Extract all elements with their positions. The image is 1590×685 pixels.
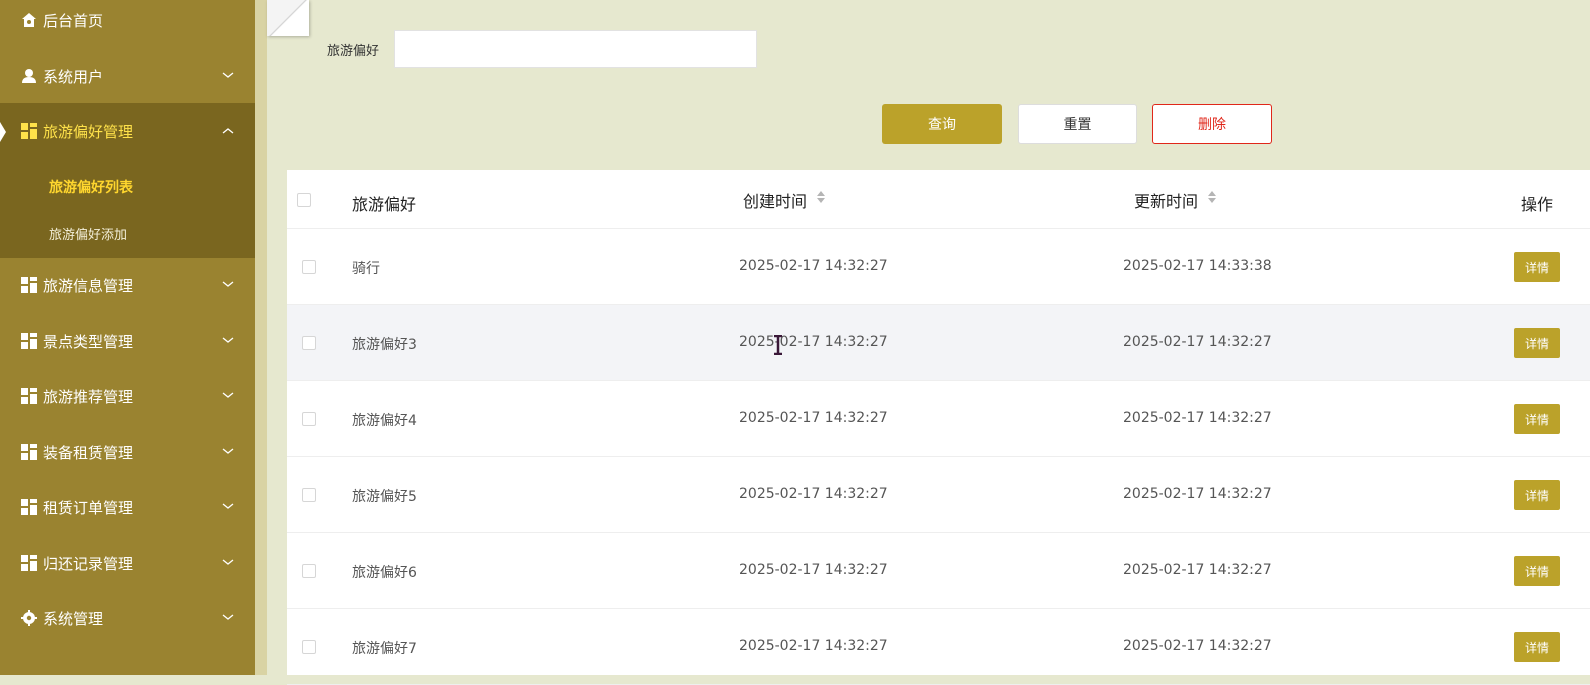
cell-created: 2025-02-17 14:32:27 (739, 410, 888, 426)
cell-name: 旅游偏好6 (352, 565, 417, 581)
sidebar-item-label: 旅游信息管理 (43, 276, 134, 295)
cell-name: 旅游偏好7 (352, 641, 417, 657)
chevron-up-icon (222, 128, 234, 134)
cell-name: 旅游偏好5 (352, 489, 417, 505)
chevron-down-icon (222, 503, 234, 509)
cell-updated: 2025-02-17 14:32:27 (1123, 410, 1272, 426)
cell-updated: 2025-02-17 14:32:27 (1123, 562, 1272, 578)
chevron-down-icon (222, 559, 234, 565)
sidebar-item-scenic-type[interactable]: 景点类型管理 (0, 313, 255, 369)
table-row[interactable]: 旅游偏好7 2025-02-17 14:32:27 2025-02-17 14:… (287, 609, 1590, 685)
grid-icon (20, 499, 37, 516)
chevron-down-icon (222, 614, 234, 620)
query-button[interactable]: 查询 (882, 104, 1002, 144)
column-header-updated[interactable]: 更新时间 (1134, 188, 1198, 212)
search-input[interactable] (394, 30, 757, 68)
row-checkbox[interactable] (302, 412, 316, 426)
text-cursor-icon (774, 335, 782, 355)
detail-button[interactable]: 详情 (1514, 404, 1560, 434)
cell-name: 旅游偏好4 (352, 413, 417, 429)
sidebar: 后台首页 系统用户 旅游偏好管理 旅游偏好列表 旅游偏好添加 旅游信息管理 景点… (0, 0, 255, 675)
sidebar-item-label: 系统用户 (43, 67, 104, 86)
select-all-checkbox[interactable] (297, 193, 311, 207)
row-checkbox[interactable] (302, 336, 316, 350)
detail-button[interactable]: 详情 (1514, 328, 1560, 358)
detail-button[interactable]: 详情 (1514, 480, 1560, 510)
user-icon (20, 68, 37, 85)
sidebar-item-label: 归还记录管理 (43, 554, 134, 573)
submenu-travel-preference: 旅游偏好列表 旅游偏好添加 (0, 158, 255, 258)
sidebar-item-system-users[interactable]: 系统用户 (0, 48, 255, 104)
sidebar-item-travel-preference[interactable]: 旅游偏好管理 (0, 103, 255, 159)
table-row[interactable]: 旅游偏好4 2025-02-17 14:32:27 2025-02-17 14:… (287, 381, 1590, 457)
sidebar-item-return-records[interactable]: 归还记录管理 (0, 535, 255, 591)
home-icon (20, 12, 37, 29)
row-checkbox[interactable] (302, 488, 316, 502)
chevron-down-icon (222, 337, 234, 343)
active-indicator (0, 122, 6, 142)
sidebar-item-label: 后台首页 (43, 11, 104, 30)
sidebar-item-label: 旅游偏好管理 (43, 122, 134, 141)
cell-created: 2025-02-17 14:32:27 (739, 486, 888, 502)
cell-updated: 2025-02-17 14:32:27 (1123, 486, 1272, 502)
grid-icon (20, 123, 37, 140)
cell-created: 2025-02-17 14:32:27 (739, 334, 888, 350)
chevron-down-icon (222, 448, 234, 454)
row-checkbox[interactable] (302, 260, 316, 274)
table-header: 旅游偏好 创建时间 更新时间 操作 (287, 170, 1590, 229)
cell-updated: 2025-02-17 14:33:38 (1123, 258, 1272, 274)
sidebar-item-label: 租赁订单管理 (43, 498, 134, 517)
sidebar-item-equipment-rental[interactable]: 装备租赁管理 (0, 424, 255, 480)
sidebar-item-label: 旅游推荐管理 (43, 387, 134, 406)
grid-icon (20, 277, 37, 294)
cell-updated: 2025-02-17 14:32:27 (1123, 334, 1272, 350)
sidebar-item-travel-info[interactable]: 旅游信息管理 (0, 257, 255, 313)
sidebar-item-label: 系统管理 (43, 609, 104, 628)
detail-button[interactable]: 详情 (1514, 632, 1560, 662)
sidebar-item-rental-orders[interactable]: 租赁订单管理 (0, 479, 255, 535)
data-table: 旅游偏好 创建时间 更新时间 操作 骑行 2025-02-17 14:32:27… (287, 170, 1590, 685)
column-header-created[interactable]: 创建时间 (743, 188, 807, 212)
grid-icon (20, 388, 37, 405)
cell-name: 旅游偏好3 (352, 337, 417, 353)
sidebar-item-system-management[interactable]: 系统管理 (0, 590, 255, 646)
grid-icon (20, 444, 37, 461)
cell-updated: 2025-02-17 14:32:27 (1123, 638, 1272, 654)
page-corner-fold (267, 0, 309, 36)
cell-created: 2025-02-17 14:32:27 (739, 638, 888, 654)
table-row[interactable]: 旅游偏好6 2025-02-17 14:32:27 2025-02-17 14:… (287, 533, 1590, 609)
row-checkbox[interactable] (302, 564, 316, 578)
sidebar-divider (255, 0, 267, 675)
sidebar-item-label: 装备租赁管理 (43, 443, 134, 462)
cell-created: 2025-02-17 14:32:27 (739, 258, 888, 274)
sort-icon[interactable] (816, 190, 826, 204)
column-header-actions: 操作 (1521, 195, 1554, 214)
column-header-name: 旅游偏好 (352, 195, 417, 214)
cell-name: 骑行 (352, 261, 380, 277)
chevron-down-icon (222, 392, 234, 398)
grid-icon (20, 333, 37, 350)
search-label: 旅游偏好 (327, 44, 380, 59)
submenu-item-add[interactable]: 旅游偏好添加 (49, 224, 127, 243)
delete-button[interactable]: 删除 (1152, 104, 1272, 144)
gear-icon (20, 610, 37, 627)
table-row[interactable]: 旅游偏好3 2025-02-17 14:32:27 2025-02-17 14:… (287, 305, 1590, 381)
detail-button[interactable]: 详情 (1514, 556, 1560, 586)
sidebar-item-home[interactable]: 后台首页 (0, 0, 255, 48)
chevron-down-icon (222, 281, 234, 287)
grid-icon (20, 555, 37, 572)
sidebar-item-travel-recommend[interactable]: 旅游推荐管理 (0, 368, 255, 424)
reset-button[interactable]: 重置 (1018, 104, 1137, 144)
submenu-item-list[interactable]: 旅游偏好列表 (49, 177, 133, 197)
table-row[interactable]: 骑行 2025-02-17 14:32:27 2025-02-17 14:33:… (287, 229, 1590, 305)
row-checkbox[interactable] (302, 640, 316, 654)
detail-button[interactable]: 详情 (1514, 252, 1560, 282)
chevron-down-icon (222, 72, 234, 78)
cell-created: 2025-02-17 14:32:27 (739, 562, 888, 578)
sidebar-item-label: 景点类型管理 (43, 332, 134, 351)
table-row[interactable]: 旅游偏好5 2025-02-17 14:32:27 2025-02-17 14:… (287, 457, 1590, 533)
sort-icon[interactable] (1207, 190, 1217, 204)
